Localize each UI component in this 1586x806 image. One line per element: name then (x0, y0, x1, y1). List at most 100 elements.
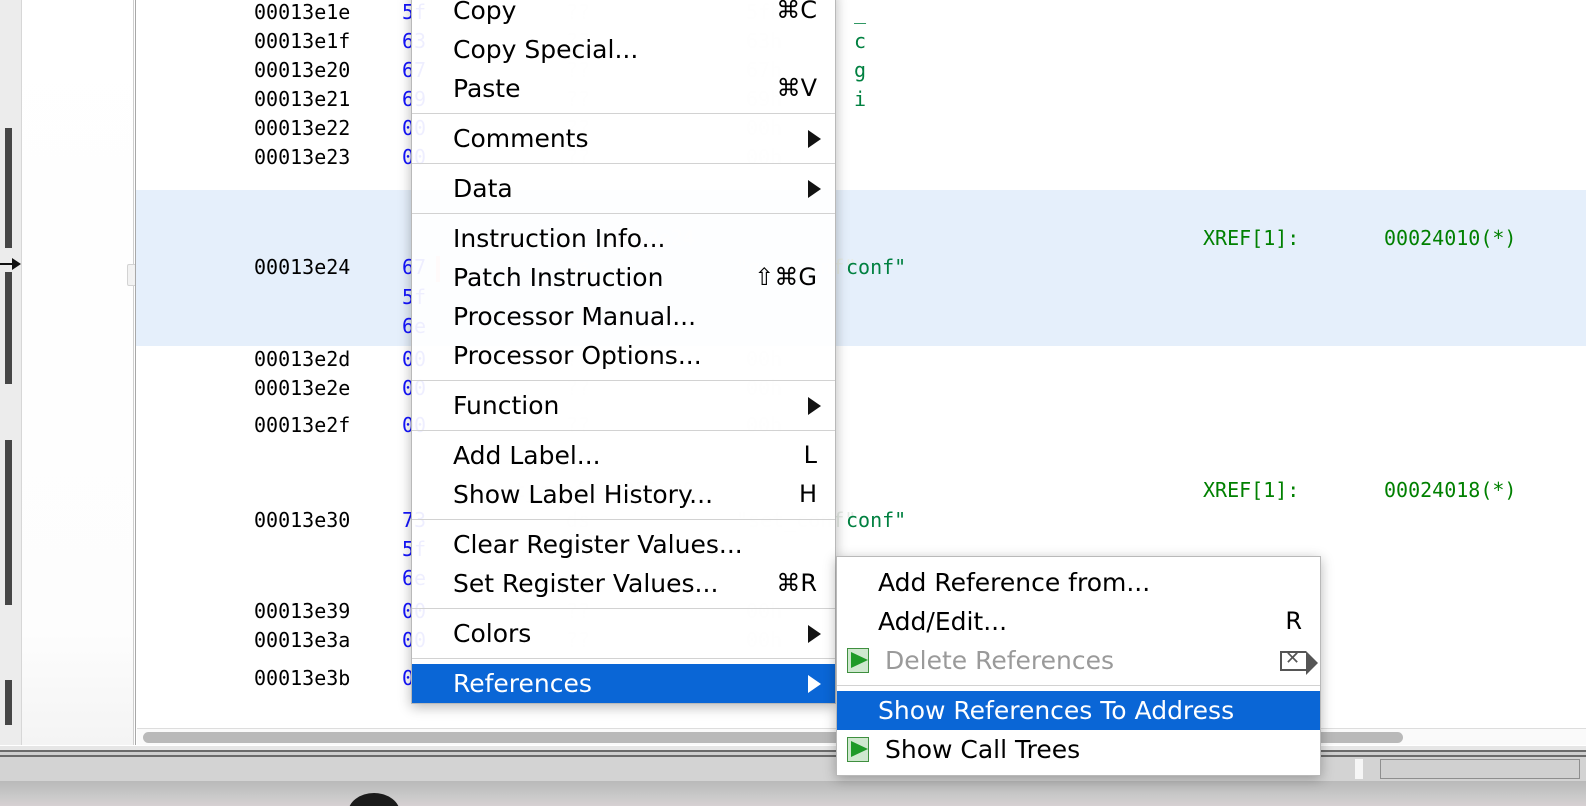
listing-address[interactable]: 00013e24 (254, 255, 350, 279)
menu-item-shortcut: H (799, 475, 821, 514)
window-status-bar (0, 757, 1586, 781)
menu-item-label: Copy Special... (453, 30, 638, 69)
current-location-arrow-icon (0, 258, 22, 270)
menu-item-label: Colors (453, 614, 531, 653)
menu-item-delete-references: Delete References ✕ (837, 641, 1320, 680)
menu-item-label: Clear Register Values... (453, 525, 743, 564)
menu-item-shortcut: R (1285, 602, 1306, 641)
submenu-arrow-icon (808, 130, 821, 148)
xref-target-address[interactable]: 00024018(*) (1384, 478, 1516, 502)
marker-bar-2[interactable] (5, 272, 12, 384)
listing-ascii-char: i (854, 87, 866, 111)
menu-item-label: Processor Manual... (453, 297, 696, 336)
marker-gutter[interactable] (0, 0, 22, 745)
menu-item-references[interactable]: References (412, 664, 835, 703)
references-submenu[interactable]: Add Reference from...Add/Edit...RDelete … (836, 556, 1321, 776)
marker-bar-4[interactable] (5, 680, 12, 725)
menu-item-label: Instruction Info... (453, 219, 665, 258)
menu-item-label: Patch Instruction (453, 258, 663, 297)
status-bar-notch (1355, 759, 1363, 779)
menu-item-add-edit[interactable]: Add/Edit... R (837, 602, 1320, 641)
menu-item-label: Function (453, 386, 559, 425)
listing-ascii-char: _ (854, 0, 866, 24)
menu-item-function[interactable]: Function (412, 386, 835, 425)
submenu-arrow-icon (808, 675, 821, 693)
listing-address[interactable]: 00013e30 (254, 508, 350, 532)
listing-address[interactable]: 00013e23 (254, 145, 350, 169)
menu-separator (412, 658, 835, 659)
menu-item-label: Comments (453, 119, 589, 158)
menu-item-shortcut: ⇧⌘G (754, 258, 821, 297)
menu-item-add-label[interactable]: Add Label... L (412, 436, 835, 475)
menu-separator (837, 685, 1320, 686)
context-menu[interactable]: Copy⌘CCopy Special...Paste ⌘V Comments Data… (411, 0, 836, 704)
menu-item-show-label-history[interactable]: Show Label History... H (412, 475, 835, 514)
menu-item-show-call-trees[interactable]: Show Call Trees (837, 730, 1320, 769)
xref-target-address[interactable]: 00024010(*) (1384, 226, 1516, 250)
listing-address[interactable]: 00013e39 (254, 599, 350, 623)
status-bar-field (1380, 759, 1580, 779)
menu-separator (412, 113, 835, 114)
menu-separator (412, 380, 835, 381)
menu-item-add-reference-from[interactable]: Add Reference from... (837, 563, 1320, 602)
menu-item-copy[interactable]: Copy⌘C (412, 0, 835, 30)
menu-separator (412, 608, 835, 609)
menu-item-label: Delete References (885, 641, 1114, 680)
listing-address[interactable]: 00013e3a (254, 628, 350, 652)
listing-address[interactable]: 00013e1f (254, 29, 350, 53)
menu-item-processor-options[interactable]: Processor Options... (412, 336, 835, 375)
menu-item-label: Add Reference from... (878, 563, 1150, 602)
menu-item-paste[interactable]: Paste ⌘V (412, 69, 835, 108)
menu-item-label: Add Label... (453, 436, 601, 475)
desktop-background: 00013e1e5f??5fh_00013e1f63??63hc00013e20… (0, 0, 1586, 806)
submenu-arrow-icon (808, 397, 821, 415)
menu-item-label: Show Call Trees (885, 730, 1080, 769)
menu-separator (412, 213, 835, 214)
listing-string-literal-visible[interactable]: conf" (846, 255, 906, 279)
menu-item-label: References (453, 664, 592, 703)
listing-address[interactable]: 00013e2f (254, 413, 350, 437)
listing-ascii-char: g (854, 58, 866, 82)
menu-item-label: Add/Edit... (878, 602, 1007, 641)
menu-item-label: Set Register Values... (453, 564, 718, 603)
side-panel (22, 0, 134, 745)
xref-label: XREF[1]: (1203, 226, 1299, 250)
menu-item-set-register-values[interactable]: Set Register Values... ⌘R (412, 564, 835, 603)
menu-item-shortcut: L (804, 436, 821, 475)
listing-address[interactable]: 00013e22 (254, 116, 350, 140)
submenu-arrow-icon (808, 625, 821, 643)
menu-item-shortcut: ⌘V (777, 69, 821, 108)
listing-address[interactable]: 00013e21 (254, 87, 350, 111)
menu-item-patch-instruction[interactable]: Patch Instruction ⇧⌘G (412, 258, 835, 297)
menu-item-comments[interactable]: Comments (412, 119, 835, 158)
menu-separator (412, 430, 835, 431)
xref-label: XREF[1]: (1203, 478, 1299, 502)
menu-item-show-references-to-address[interactable]: Show References To Address (837, 691, 1320, 730)
listing-string-literal-visible[interactable]: conf" (846, 508, 906, 532)
menu-item-label: Show Label History... (453, 475, 713, 514)
menu-item-colors[interactable]: Colors (412, 614, 835, 653)
menu-item-label: Copy (453, 0, 516, 30)
menu-item-copy-special[interactable]: Copy Special... (412, 30, 835, 69)
menu-separator (412, 163, 835, 164)
listing-address[interactable]: 00013e1e (254, 0, 350, 24)
listing-address[interactable]: 00013e2d (254, 347, 350, 371)
menu-separator (412, 519, 835, 520)
call-tree-icon (847, 737, 874, 762)
listing-address[interactable]: 00013e3b (254, 666, 350, 690)
listing-address[interactable]: 00013e2e (254, 376, 350, 400)
delete-references-icon: ✕ (1280, 651, 1306, 671)
menu-item-processor-manual[interactable]: Processor Manual... (412, 297, 835, 336)
submenu-arrow-icon (808, 180, 821, 198)
listing-address[interactable]: 00013e20 (254, 58, 350, 82)
menu-item-instruction-info[interactable]: Instruction Info... (412, 219, 835, 258)
menu-item-data[interactable]: Data (412, 169, 835, 208)
system-dock[interactable]: •••••••• (0, 781, 1586, 806)
menu-item-label: Processor Options... (453, 336, 702, 375)
menu-item-label: Paste (453, 69, 520, 108)
menu-item-shortcut: ⌘R (776, 564, 821, 603)
menu-item-label: Show References To Address (878, 691, 1234, 730)
marker-bar-3[interactable] (5, 440, 12, 605)
marker-bar-1[interactable] (5, 128, 12, 248)
menu-item-clear-register-values[interactable]: Clear Register Values... (412, 525, 835, 564)
